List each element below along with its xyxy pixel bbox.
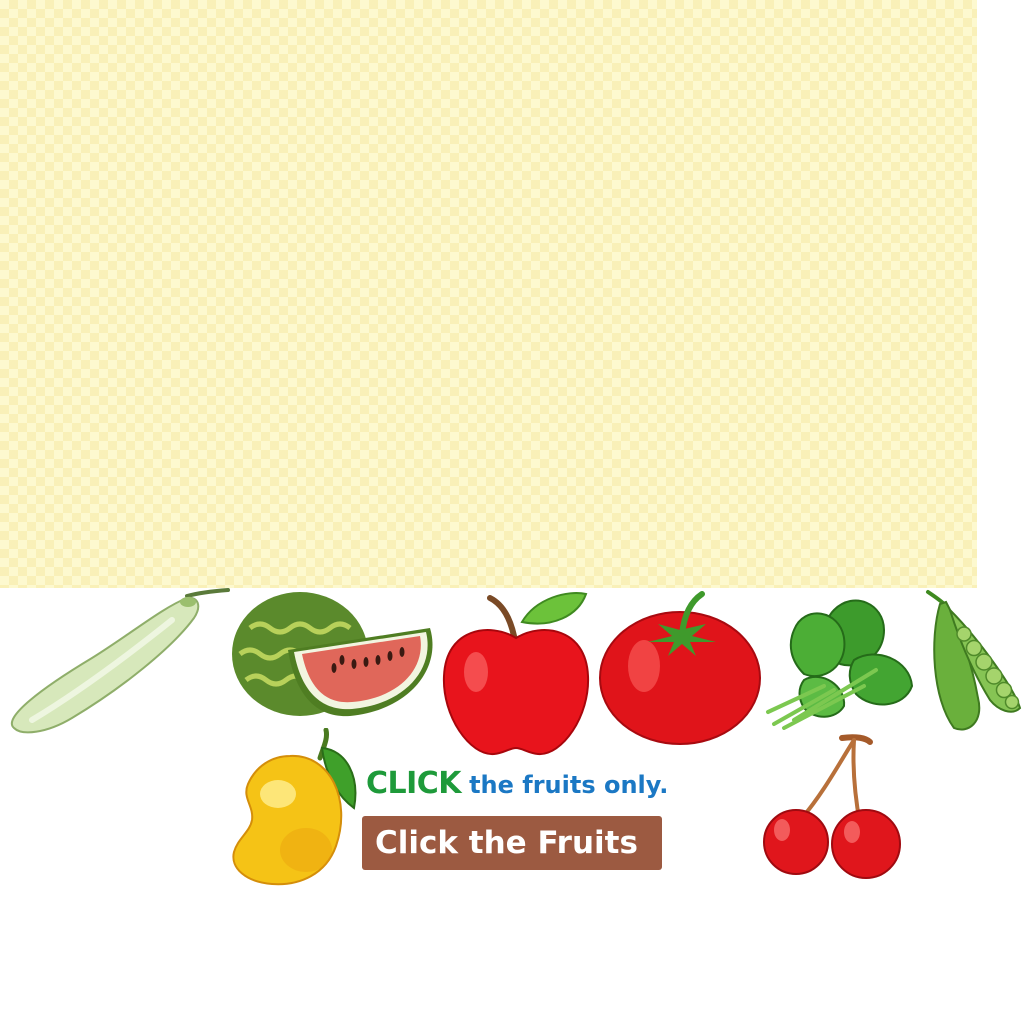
play-area[interactable] <box>0 0 977 588</box>
mango-icon[interactable] <box>228 728 362 888</box>
cherries-icon[interactable] <box>760 732 904 882</box>
spinach-icon[interactable] <box>764 590 914 730</box>
instruction-text: CLICK the fruits only. <box>366 766 726 810</box>
watermelon-icon[interactable] <box>230 588 442 720</box>
tomato-icon[interactable] <box>598 590 762 746</box>
game-stage: CLICK the fruits only. Click the Fruits <box>0 0 1024 1024</box>
apple-icon[interactable] <box>440 588 592 760</box>
bottle-gourd-icon[interactable] <box>2 588 232 738</box>
instruction-highlight: CLICK <box>366 766 462 801</box>
click-the-fruits-button[interactable]: Click the Fruits <box>362 816 662 870</box>
instruction-rest: the fruits only. <box>469 771 669 799</box>
peas-icon[interactable] <box>924 588 1024 734</box>
